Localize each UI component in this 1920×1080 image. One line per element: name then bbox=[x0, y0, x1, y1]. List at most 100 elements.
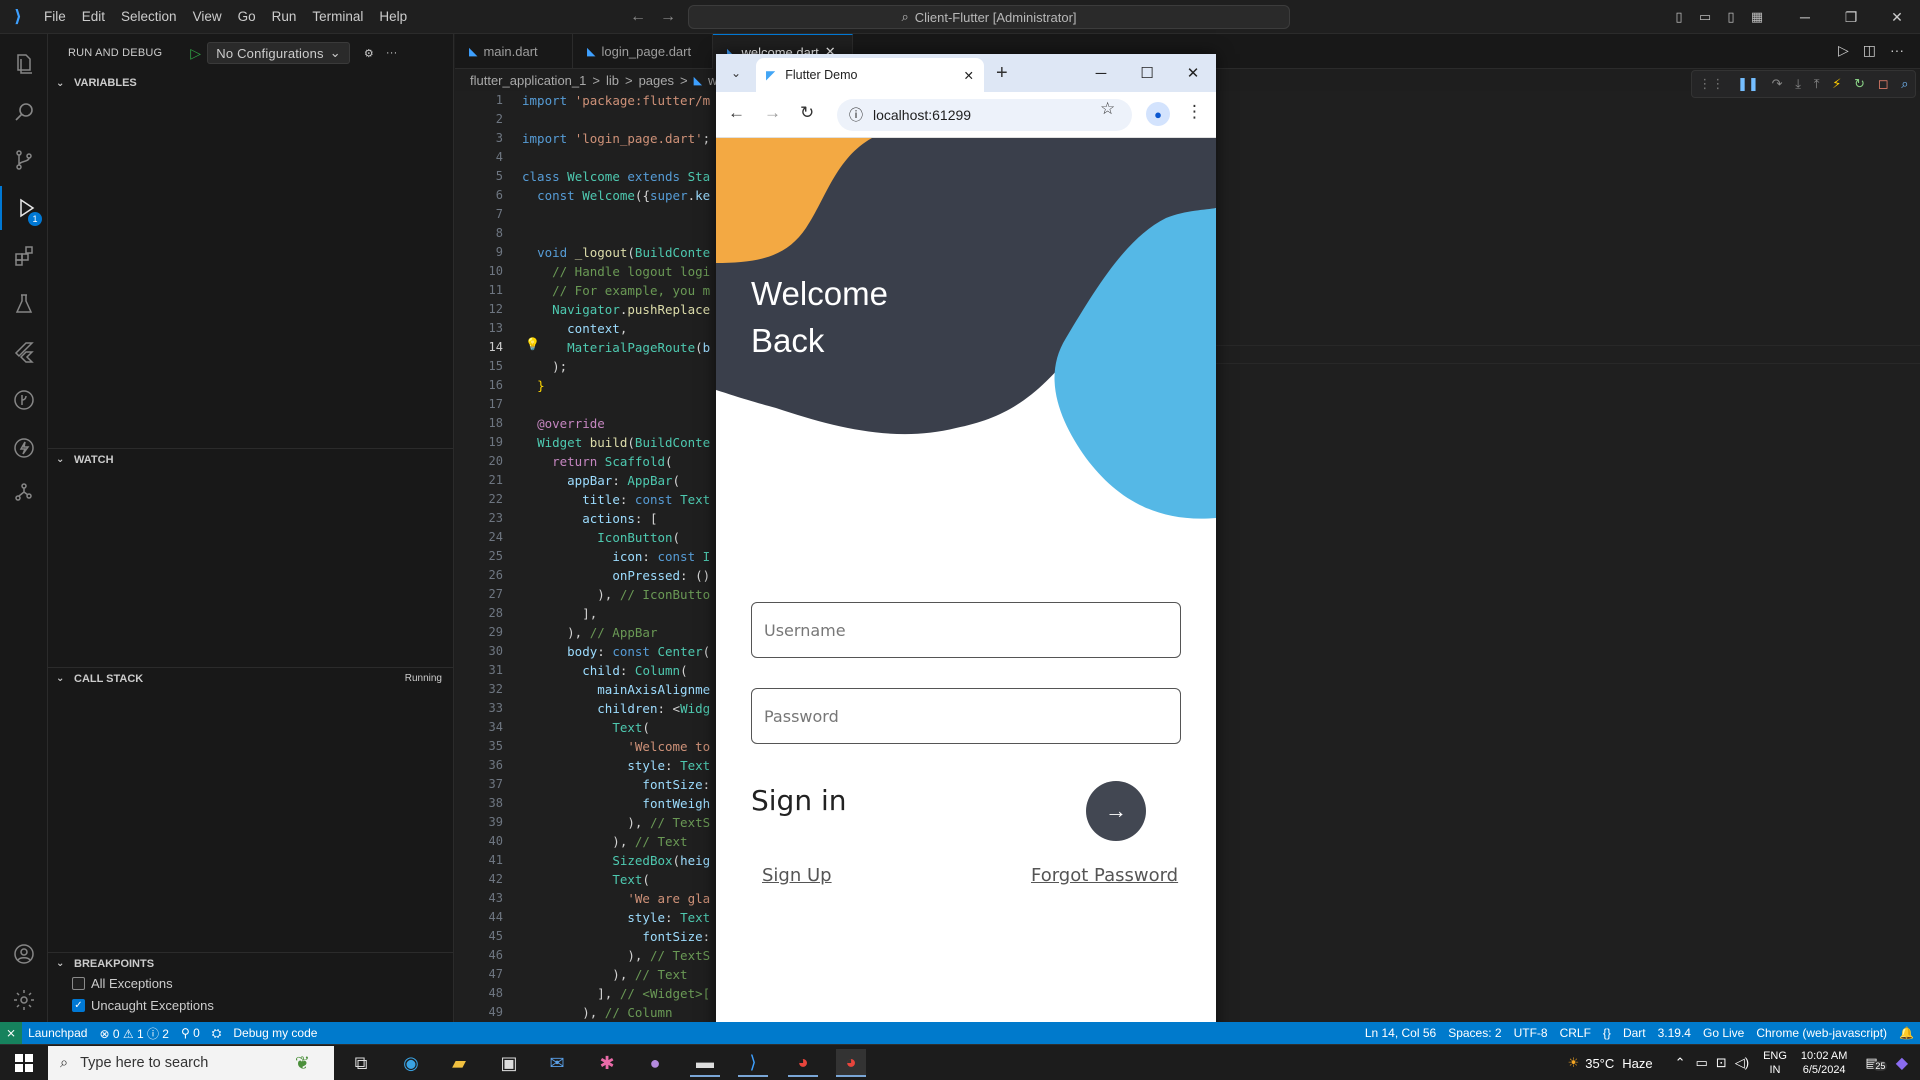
explorer-icon[interactable] bbox=[0, 42, 48, 86]
dart-sdk-version[interactable]: 3.19.4 bbox=[1652, 1026, 1697, 1040]
new-tab-button[interactable]: + bbox=[996, 62, 1008, 85]
thunder-client-icon[interactable] bbox=[0, 426, 48, 470]
browser-maximize-button[interactable]: ☐ bbox=[1124, 54, 1170, 92]
site-info-icon[interactable]: ⓘ bbox=[849, 105, 863, 125]
end-of-line[interactable]: CRLF bbox=[1554, 1026, 1597, 1040]
problems-item[interactable]: ⊗ 0 ⚠ 1 ⓘ 2 bbox=[93, 1025, 175, 1042]
extensions-icon[interactable] bbox=[0, 234, 48, 278]
watch-section[interactable]: ⌄ WATCH bbox=[48, 448, 454, 470]
step-into-icon[interactable]: ⤓ bbox=[1795, 76, 1801, 92]
browser-close-button[interactable]: ✕ bbox=[1170, 54, 1216, 92]
close-window-button[interactable]: ✕ bbox=[1874, 0, 1920, 34]
terminal-icon[interactable]: ▬ bbox=[690, 1049, 720, 1077]
restart-icon[interactable]: ↻ bbox=[1854, 76, 1865, 92]
tab-main-dart[interactable]: ◣ main.dart bbox=[455, 34, 573, 69]
accounts-icon[interactable] bbox=[0, 932, 48, 976]
debug-config-select[interactable]: No Configurations ⌄ bbox=[207, 42, 350, 64]
hot-reload-icon[interactable]: ⚡ bbox=[1832, 76, 1841, 92]
inspect-widget-icon[interactable]: ⌕ bbox=[1901, 76, 1908, 92]
settings-gear-icon[interactable] bbox=[0, 978, 48, 1022]
gear-icon[interactable]: ⚙ bbox=[364, 47, 374, 60]
clock[interactable]: 10:02 AM 6/5/2024 bbox=[1801, 1049, 1847, 1077]
checkbox-checked[interactable]: ✓ bbox=[72, 999, 85, 1012]
sign-in-arrow-button[interactable]: → bbox=[1086, 781, 1146, 841]
restore-button[interactable]: ❐ bbox=[1828, 0, 1874, 34]
step-over-icon[interactable]: ↷ bbox=[1772, 76, 1783, 92]
flutter-device[interactable]: Chrome (web-javascript) bbox=[1750, 1026, 1893, 1040]
github-desktop-icon[interactable]: ● bbox=[640, 1049, 670, 1077]
language-mode[interactable]: Dart bbox=[1617, 1026, 1652, 1040]
profile-avatar-icon[interactable]: ● bbox=[1146, 102, 1170, 126]
address-bar[interactable]: ⓘ localhost:61299 bbox=[837, 99, 1132, 131]
mail-icon[interactable]: ✉ bbox=[542, 1049, 572, 1077]
remote-icon[interactable] bbox=[0, 470, 48, 514]
volume-icon[interactable]: ◁) bbox=[1735, 1055, 1749, 1071]
weather-text[interactable]: Haze bbox=[1622, 1056, 1652, 1071]
copilot-icon[interactable]: ◆ bbox=[1896, 1053, 1908, 1073]
split-editor-icon[interactable]: ◫ bbox=[1863, 42, 1876, 59]
go-live-button[interactable]: Go Live bbox=[1697, 1026, 1750, 1040]
more-actions-icon[interactable]: ··· bbox=[1890, 42, 1904, 59]
breadcrumb-item[interactable]: flutter_application_1 bbox=[470, 73, 586, 88]
run-and-debug-icon[interactable]: 1 bbox=[0, 186, 48, 230]
notification-center-icon[interactable]: ▤ 25 bbox=[1865, 1055, 1888, 1071]
source-control-icon[interactable] bbox=[0, 138, 48, 182]
edge-icon[interactable]: ◉ bbox=[396, 1049, 426, 1077]
encoding[interactable]: UTF-8 bbox=[1508, 1026, 1554, 1040]
browser-menu-icon[interactable]: ⋮ bbox=[1186, 102, 1203, 122]
reload-icon[interactable]: ↻ bbox=[800, 103, 814, 123]
chrome-active-icon[interactable]: ◕ bbox=[836, 1049, 866, 1077]
minimize-button[interactable]: ─ bbox=[1782, 0, 1828, 34]
pause-icon[interactable]: ❚❚ bbox=[1737, 76, 1759, 92]
breakpoint-uncaught-exceptions[interactable]: ✓ Uncaught Exceptions bbox=[72, 998, 214, 1013]
forward-arrow-icon[interactable]: → bbox=[660, 8, 676, 26]
tab-login-page-dart[interactable]: ◣ login_page.dart bbox=[573, 34, 713, 69]
store-icon[interactable]: ▣ bbox=[494, 1049, 524, 1077]
variables-section[interactable]: ⌄ VARIABLES bbox=[48, 72, 454, 94]
step-out-icon[interactable]: ⤒ bbox=[1814, 76, 1820, 92]
checkbox[interactable] bbox=[72, 977, 85, 990]
tab-search-icon[interactable]: ⌄ bbox=[723, 60, 749, 86]
launchpad-item[interactable]: Launchpad bbox=[22, 1026, 93, 1040]
sign-up-link[interactable]: Sign Up bbox=[762, 865, 832, 886]
browser-minimize-button[interactable]: ─ bbox=[1078, 54, 1124, 92]
menu-file[interactable]: File bbox=[36, 0, 74, 34]
toggle-sidebar-icon[interactable]: ▯ bbox=[1666, 9, 1692, 25]
slack-icon[interactable]: ✱ bbox=[592, 1049, 622, 1077]
menu-go[interactable]: Go bbox=[230, 0, 264, 34]
task-view-icon[interactable]: ⧉ bbox=[346, 1049, 376, 1077]
close-tab-icon[interactable]: ✕ bbox=[964, 68, 974, 83]
ports-item[interactable]: ⚲ 0 bbox=[175, 1026, 206, 1040]
menu-help[interactable]: Help bbox=[371, 0, 415, 34]
browser-tab[interactable]: ◤ Flutter Demo ✕ bbox=[756, 58, 984, 92]
toggle-secondary-sidebar-icon[interactable]: ▯ bbox=[1718, 9, 1744, 25]
indentation[interactable]: Spaces: 2 bbox=[1442, 1026, 1507, 1040]
git-graph-icon[interactable] bbox=[0, 378, 48, 422]
file-explorer-icon[interactable]: ▰ bbox=[444, 1049, 474, 1077]
stop-icon[interactable]: ◻ bbox=[1878, 76, 1889, 92]
run-icon[interactable]: ▷ bbox=[1838, 42, 1849, 59]
remote-indicator[interactable]: ⨯ bbox=[0, 1022, 23, 1044]
chrome-icon[interactable]: ◕ bbox=[788, 1049, 818, 1077]
language-indicator[interactable]: ENG IN bbox=[1763, 1049, 1787, 1077]
toggle-panel-icon[interactable]: ▭ bbox=[1692, 9, 1718, 25]
menu-run[interactable]: Run bbox=[264, 0, 305, 34]
flutter-icon[interactable] bbox=[0, 330, 48, 374]
browser-back-icon[interactable]: ← bbox=[728, 103, 745, 123]
menu-edit[interactable]: Edit bbox=[74, 0, 113, 34]
chevron-up-icon[interactable]: ⌃ bbox=[1675, 1055, 1686, 1071]
back-arrow-icon[interactable]: ← bbox=[630, 8, 646, 26]
notifications-bell-icon[interactable]: 🔔 bbox=[1893, 1026, 1920, 1040]
network-icon[interactable]: ⊡ bbox=[1716, 1055, 1727, 1071]
weather-temp[interactable]: 35°C bbox=[1585, 1056, 1614, 1071]
customize-layout-icon[interactable]: ▦ bbox=[1744, 9, 1770, 25]
windows-start-icon[interactable] bbox=[0, 1045, 48, 1080]
drag-handle-icon[interactable]: ⋮⋮ bbox=[1698, 76, 1724, 92]
debug-status[interactable]: Debug my code bbox=[227, 1026, 323, 1040]
more-actions-icon[interactable]: ··· bbox=[386, 47, 398, 59]
menu-terminal[interactable]: Terminal bbox=[304, 0, 371, 34]
password-field[interactable]: Password bbox=[751, 688, 1181, 744]
browser-forward-icon[interactable]: → bbox=[764, 103, 781, 123]
testing-icon[interactable] bbox=[0, 282, 48, 326]
vscode-taskbar-icon[interactable]: ⟩ bbox=[738, 1049, 768, 1077]
